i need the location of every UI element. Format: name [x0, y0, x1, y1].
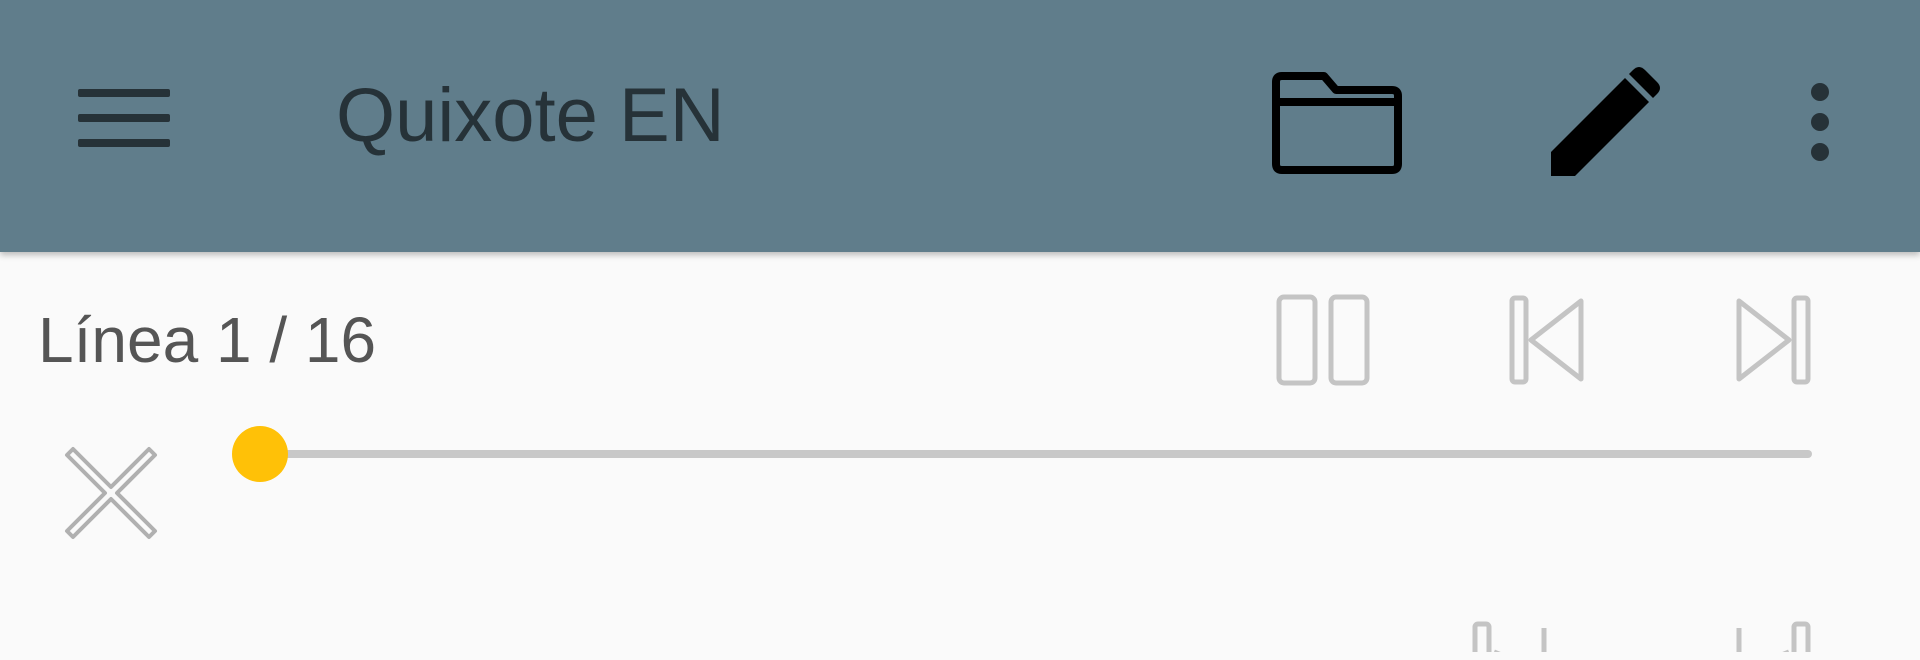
app-bar: Quixote EN [0, 0, 1920, 252]
secondary-previous-button[interactable] [1455, 612, 1565, 660]
hamburger-menu-icon [78, 89, 170, 147]
page-title: Quixote EN [336, 73, 725, 158]
close-icon [65, 447, 157, 539]
progress-slider[interactable] [232, 422, 1812, 486]
pause-icon [1276, 294, 1370, 386]
pause-button[interactable] [1268, 288, 1378, 392]
pencil-icon [1551, 67, 1660, 176]
more-options-button[interactable] [1770, 60, 1870, 184]
next-button[interactable] [1718, 288, 1828, 392]
line-counter: Línea 1 / 16 [38, 304, 377, 376]
more-vert-icon [1811, 83, 1829, 161]
secondary-next-button[interactable] [1718, 612, 1828, 660]
folder-icon [1272, 72, 1402, 174]
skip-previous-icon [1472, 621, 1547, 652]
close-button[interactable] [56, 438, 166, 548]
slider-track [260, 450, 1812, 458]
edit-button[interactable] [1528, 60, 1678, 184]
previous-button[interactable] [1492, 288, 1602, 392]
skip-next-icon [1736, 621, 1811, 652]
skip-previous-icon [1509, 295, 1584, 385]
open-folder-button[interactable] [1262, 60, 1412, 184]
menu-button[interactable] [70, 78, 178, 158]
player-panel: Línea 1 / 16 [0, 252, 1920, 652]
slider-thumb[interactable] [232, 426, 288, 482]
next-line-row [0, 600, 1920, 660]
skip-next-icon [1736, 295, 1811, 385]
